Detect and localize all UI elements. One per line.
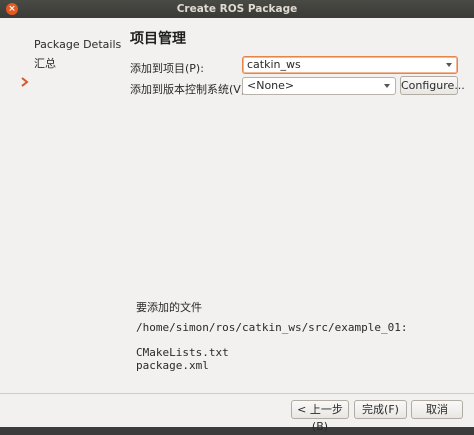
project-label: 添加到项目(P): xyxy=(130,62,204,75)
chevron-down-icon xyxy=(446,63,452,67)
title-bar: × Create ROS Package xyxy=(0,0,474,18)
page-title: 项目管理 xyxy=(130,31,186,47)
footer-separator xyxy=(0,393,474,394)
current-step-arrow-icon xyxy=(21,77,29,87)
step-package-details: Package Details xyxy=(34,38,122,51)
files-path: /home/simon/ros/catkin_ws/src/example_01… xyxy=(136,321,408,334)
file-item: CMakeLists.txt xyxy=(136,346,229,359)
files-to-add-title: 要添加的文件 xyxy=(136,301,202,314)
wizard-steps-sidebar: Package Details 汇总 xyxy=(0,18,122,393)
project-combobox[interactable]: catkin_ws xyxy=(242,56,458,74)
close-button[interactable]: × xyxy=(6,3,18,15)
window-title: Create ROS Package xyxy=(176,3,298,15)
wizard-page: 项目管理 添加到项目(P): catkin_ws 添加到版本控制系统(V): <… xyxy=(122,18,474,393)
vcs-combobox-value: <None> xyxy=(247,79,295,92)
project-combobox-value: catkin_ws xyxy=(247,58,301,71)
create-ros-package-dialog: × Create ROS Package Package Details 汇总 … xyxy=(0,0,474,433)
chevron-down-icon xyxy=(384,84,390,88)
finish-button[interactable]: 完成(F) xyxy=(354,400,407,419)
vcs-combobox[interactable]: <None> xyxy=(242,77,396,95)
vcs-label: 添加到版本控制系统(V): xyxy=(130,83,249,96)
cancel-button[interactable]: 取消 xyxy=(411,400,463,419)
configure-button[interactable]: Configure... xyxy=(400,76,465,95)
step-summary: 汇总 xyxy=(34,57,56,70)
back-button[interactable]: < 上一步(B) xyxy=(291,400,349,433)
file-item: package.xml xyxy=(136,359,209,372)
